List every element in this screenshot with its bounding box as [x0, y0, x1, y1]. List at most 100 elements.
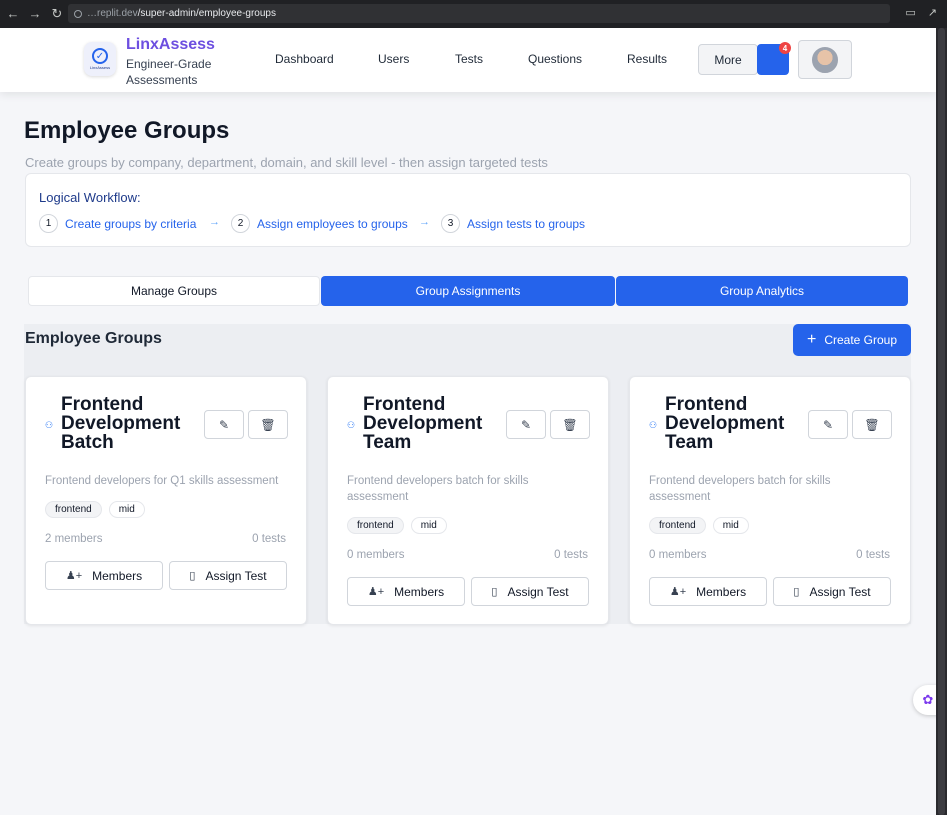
test-tube-icon: ▯: [793, 586, 800, 598]
group-description: Frontend developers for Q1 skills assess…: [45, 475, 279, 487]
tag-chip: mid: [712, 517, 749, 534]
forward-icon[interactable]: →: [24, 6, 46, 21]
notification-badge: 4: [779, 42, 791, 54]
trash-icon: 🗑: [562, 417, 578, 432]
member-count: 0 members: [649, 549, 707, 561]
step-number: 1: [39, 214, 58, 233]
test-count: 0 tests: [252, 533, 286, 545]
back-icon[interactable]: ←: [2, 6, 24, 21]
url-host: …replit.dev: [87, 8, 138, 19]
tag-list: frontend mid: [45, 501, 145, 518]
tab-group-analytics[interactable]: Group Analytics: [616, 276, 908, 306]
avatar: [812, 46, 838, 73]
step-label: Create groups by criteria: [65, 216, 197, 231]
test-tube-icon: ▯: [189, 570, 196, 582]
pencil-icon: ✎: [520, 417, 532, 432]
tag-chip: frontend: [347, 517, 404, 534]
cast-icon[interactable]: ▭: [905, 6, 915, 19]
edit-button[interactable]: ✎: [808, 410, 848, 439]
trash-icon: 🗑: [260, 417, 276, 432]
group-name: Frontend Development Team: [665, 394, 785, 453]
assign-test-button[interactable]: ▯ Assign Test: [169, 561, 287, 590]
assign-test-label: Assign Test: [809, 584, 871, 599]
users-icon: ⚇: [347, 420, 356, 430]
tab-group-assignments[interactable]: Group Assignments: [321, 276, 615, 306]
group-card: ⚇ Frontend Development Team ✎ 🗑 Frontend…: [327, 376, 609, 625]
assign-test-button[interactable]: ▯ Assign Test: [773, 577, 891, 606]
open-external-icon[interactable]: ↗: [928, 6, 937, 19]
group-name: Frontend Development Team: [363, 394, 483, 453]
workflow-step-3: 3 Assign tests to groups: [441, 214, 585, 233]
reload-icon[interactable]: ↻: [46, 6, 68, 22]
members-label: Members: [394, 584, 445, 599]
check-icon: ✓: [92, 48, 108, 64]
profile-button[interactable]: [798, 40, 852, 79]
section-title: Employee Groups: [25, 330, 162, 347]
members-button[interactable]: ♟+ Members: [649, 577, 767, 606]
assign-test-button[interactable]: ▯ Assign Test: [471, 577, 589, 606]
brain-icon[interactable]: ✿: [913, 685, 936, 715]
group-description: Frontend developers batch for skills ass…: [649, 475, 831, 503]
url-path: /super-admin/employee-groups: [137, 8, 276, 19]
edit-button[interactable]: ✎: [204, 410, 244, 439]
address-bar[interactable]: …replit.dev /super-admin/employee-groups: [68, 4, 890, 23]
tag-list: frontend mid: [649, 517, 749, 534]
brand: LinxAssess Engineer-Grade Assessments: [126, 36, 226, 88]
brand-logo[interactable]: ✓ LinxAssess: [84, 42, 116, 76]
users-icon: ⚇: [649, 420, 658, 430]
members-button[interactable]: ♟+ Members: [347, 577, 465, 606]
tab-manage-groups[interactable]: Manage Groups: [28, 276, 320, 306]
page-subtitle: Create groups by company, department, do…: [25, 155, 548, 170]
workflow-step-1: 1 Create groups by criteria: [39, 214, 196, 233]
page-title: Employee Groups: [24, 117, 230, 144]
tag-chip: frontend: [45, 501, 102, 518]
scrollbar-thumb[interactable]: [938, 28, 945, 815]
nav-tests[interactable]: Tests: [455, 52, 483, 66]
nav-questions[interactable]: Questions: [528, 52, 582, 66]
edit-button[interactable]: ✎: [506, 410, 546, 439]
delete-button[interactable]: 🗑: [248, 410, 288, 439]
plus-icon: +: [806, 331, 817, 348]
nav-users[interactable]: Users: [378, 52, 409, 66]
pencil-icon: ✎: [218, 417, 230, 432]
pencil-icon: ✎: [822, 417, 834, 432]
notifications-button[interactable]: 4: [757, 42, 791, 75]
test-tube-icon: ▯: [491, 586, 498, 598]
scrollbar[interactable]: [936, 28, 947, 815]
more-menu-button[interactable]: More: [698, 44, 758, 75]
user-plus-icon: ♟+: [669, 586, 687, 598]
step-label: Assign tests to groups: [467, 216, 586, 231]
members-label: Members: [92, 568, 143, 583]
user-plus-icon: ♟+: [65, 570, 83, 582]
user-plus-icon: ♟+: [367, 586, 385, 598]
step-number: 3: [441, 214, 460, 233]
trash-icon: 🗑: [864, 417, 880, 432]
members-button[interactable]: ♟+ Members: [45, 561, 163, 590]
assign-test-label: Assign Test: [507, 584, 569, 599]
assign-test-label: Assign Test: [205, 568, 267, 583]
create-group-label: Create Group: [824, 333, 898, 347]
brand-name: LinxAssess: [126, 36, 215, 53]
arrow-right-icon: →: [419, 216, 430, 228]
tag-chip: frontend: [649, 517, 706, 534]
nav-dashboard[interactable]: Dashboard: [275, 52, 334, 66]
app-header: ✓ LinxAssess LinxAssess Engineer-Grade A…: [0, 28, 936, 92]
delete-button[interactable]: 🗑: [550, 410, 590, 439]
step-label: Assign employees to groups: [257, 216, 408, 231]
group-description: Frontend developers batch for skills ass…: [347, 475, 529, 503]
group-card: ⚇ Frontend Development Batch ✎ 🗑 Fronten…: [25, 376, 307, 625]
tag-list: frontend mid: [347, 517, 447, 534]
logo-text: LinxAssess: [89, 65, 111, 70]
member-count: 0 members: [347, 549, 405, 561]
group-name: Frontend Development Batch: [61, 394, 181, 453]
browser-toolbar: ← → ↻ …replit.dev /super-admin/employee-…: [0, 0, 947, 28]
nav-results[interactable]: Results: [627, 52, 667, 66]
workflow-step-2: 2 Assign employees to groups: [231, 214, 408, 233]
brand-tagline: Engineer-Grade Assessments: [126, 57, 212, 87]
create-group-button[interactable]: + Create Group: [793, 324, 911, 356]
test-count: 0 tests: [856, 549, 890, 561]
delete-button[interactable]: 🗑: [852, 410, 892, 439]
test-count: 0 tests: [554, 549, 588, 561]
workflow-title: Logical Workflow:: [39, 190, 141, 205]
workflow-panel: Logical Workflow: 1 Create groups by cri…: [25, 173, 911, 247]
